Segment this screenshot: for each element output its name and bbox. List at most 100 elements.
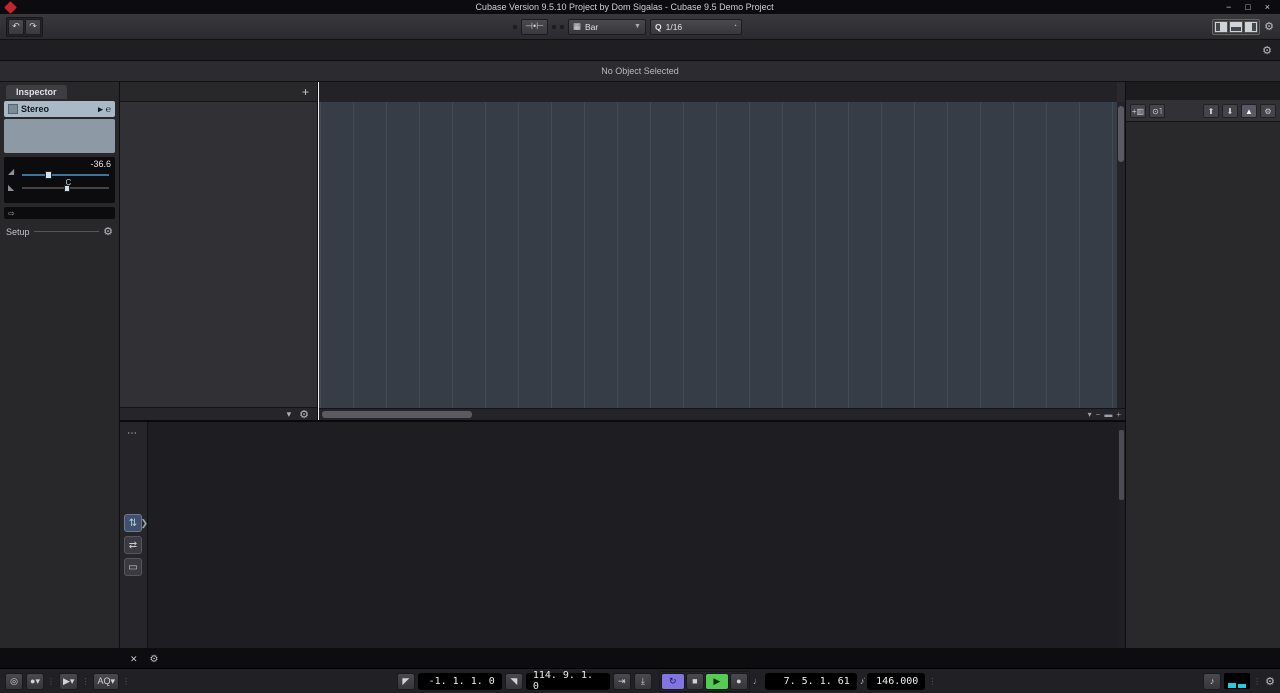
chevron-down-icon: ◔ <box>733 23 737 30</box>
play-button[interactable]: ▶ <box>705 673 729 690</box>
inspector-track-header[interactable]: Stereo ▸ ℮ <box>4 101 115 117</box>
vsti-panel: +▥ ⊙˥ ⬆ ⬇ ▲ ⚙ <box>1125 82 1280 648</box>
output-level-meter <box>1224 673 1250 689</box>
title-bar: Cubase Version 9.5.10 Project by Dom Sig… <box>0 0 1280 14</box>
zoom-preset-icon[interactable]: ▾ <box>1088 410 1092 419</box>
toolbar-setup-gear-icon[interactable]: ⚙ <box>1264 20 1274 33</box>
goto-right-locator-button[interactable]: ◥ <box>505 673 523 690</box>
timeline-ruler[interactable] <box>318 82 1117 102</box>
chevron-down-icon: ▼ <box>634 23 641 30</box>
undo-button[interactable]: ↶ <box>8 19 24 35</box>
tempo-display[interactable]: 146.000 <box>867 673 925 690</box>
punch-out-button[interactable]: ⤓ <box>634 673 652 690</box>
record-button[interactable]: ● <box>730 673 748 690</box>
inspector-setup-gear-icon[interactable]: ⚙ <box>103 225 113 238</box>
left-zone-toggle[interactable] <box>1214 21 1228 33</box>
volume-slider[interactable] <box>22 174 109 176</box>
inspector-panel: Inspector Stereo ▸ ℮ -36.6 ◢ ◣ C ⇨ Setup <box>0 82 120 648</box>
project-toolbar: ↶ ↷ ⊣•⊢ ▦Bar▼ Q1/16◔ ⚙ <box>0 14 1280 40</box>
inspector-tab[interactable]: Inspector <box>6 85 67 99</box>
transport-gear-icon[interactable]: ⚙ <box>1265 675 1275 688</box>
volume-slider-handle[interactable] <box>45 171 52 179</box>
lower-zone-toggle[interactable] <box>1229 21 1243 33</box>
zoom-slider[interactable]: ▬ <box>1104 410 1112 419</box>
mixer-scrollbar[interactable] <box>1118 422 1125 648</box>
output-routing-field[interactable]: ⇨ <box>4 207 115 219</box>
status-setup-gear-icon[interactable]: ⚙ <box>1262 44 1272 57</box>
inspector-fader-display: -36.6 ◢ ◣ C <box>4 157 115 203</box>
mixer-left-toolbar: ⋯ ⇅ ⇄ ▭ ❯ <box>120 422 148 648</box>
goto-left-locator-button[interactable]: ◤ <box>397 673 415 690</box>
track-color-swatch <box>8 104 18 114</box>
project-zone: + ▾ ⚙ ▾ − <box>120 82 1125 648</box>
snap-buttons <box>560 25 564 29</box>
inspector-setup-row: Setup ⚙ <box>6 225 113 238</box>
redo-button[interactable]: ↷ <box>25 19 41 35</box>
mixer-meters-view-icon[interactable]: ▭ <box>124 558 142 576</box>
record-mode-button[interactable]: ●▾ <box>26 673 44 690</box>
close-lower-zone-icon[interactable]: ✕ <box>122 651 146 668</box>
grid-icon: ▦ <box>573 21 581 32</box>
add-track-button[interactable]: + <box>302 85 309 99</box>
track-list-header: + <box>120 82 317 102</box>
collapse-all-icon[interactable]: ▲ <box>1241 104 1257 118</box>
volume-up-icon[interactable]: ◢ <box>8 167 14 176</box>
cubase-logo-icon <box>4 1 17 14</box>
find-instruments-icon[interactable]: ⊙˥ <box>1149 104 1165 118</box>
pan-slider-handle[interactable] <box>64 185 70 192</box>
pan-slider[interactable]: C <box>22 187 109 189</box>
expand-icon[interactable]: ▸ <box>98 104 103 115</box>
add-track-instrument-icon[interactable]: +▥ <box>1130 104 1146 118</box>
edit-channel-icon[interactable]: ℮ <box>106 104 111 114</box>
minimize-button[interactable]: − <box>1226 0 1231 14</box>
move-up-icon[interactable]: ⬆ <box>1203 104 1219 118</box>
info-line-text: No Object Selected <box>601 66 679 76</box>
inspector-automation-panel <box>4 119 115 153</box>
left-locator-display[interactable]: -1. 1. 1. 0 <box>418 673 502 690</box>
audio-quantize-button[interactable]: AQ▾ <box>93 673 119 690</box>
auto-punch-icon[interactable]: ⊣•⊢ <box>521 19 548 35</box>
ruler-options-button[interactable] <box>1117 82 1125 102</box>
mixer-expand-icon[interactable]: ❯ <box>140 518 148 529</box>
arrange-vertical-scrollbar[interactable] <box>1117 102 1125 408</box>
mix-console: ⋯ ⇅ ⇄ ▭ ❯ <box>120 420 1125 648</box>
tempo-icon[interactable]: ♪̇ <box>860 676 865 686</box>
zoom-out-icon[interactable]: − <box>1096 410 1101 419</box>
cycle-button[interactable]: ↻ <box>661 673 685 690</box>
info-line: No Object Selected <box>0 61 1280 82</box>
tool-buttons <box>552 25 556 29</box>
metronome-button[interactable]: ◎ <box>5 673 23 690</box>
quantize-select[interactable]: Q1/16◔ <box>650 19 742 35</box>
punch-in-button[interactable]: ⇥ <box>613 673 631 690</box>
zoom-controls: ▾ − ▬ + <box>1055 408 1125 420</box>
restore-button[interactable]: □ <box>1245 0 1250 14</box>
mixer-faders-view-icon[interactable]: ⇅ <box>124 514 142 532</box>
vsti-settings-gear-icon[interactable]: ⚙ <box>1260 104 1276 118</box>
zone-layout-buttons <box>1212 19 1260 35</box>
time-format-icon[interactable]: ♩ <box>753 676 762 686</box>
chevron-down-icon[interactable]: ▾ <box>287 409 292 420</box>
grid-type-select[interactable]: ▦Bar▼ <box>568 19 646 35</box>
output-activity-button[interactable]: ♪ <box>1203 673 1221 690</box>
transport-bar: ◎ ●▾ ⋮ ▶▾ ⋮ AQ▾ ⋮ ◤ -1. 1. 1. 0 ◥ 114. 9… <box>0 668 1280 693</box>
volume-down-icon[interactable]: ◣ <box>8 183 14 192</box>
play-mode-button[interactable]: ▶▾ <box>59 673 78 690</box>
mixer-menu-icon[interactable]: ⋯ <box>127 428 138 439</box>
lower-zone-gear-icon[interactable]: ⚙ <box>150 651 159 668</box>
playhead[interactable] <box>318 82 319 420</box>
vsti-toolbar: +▥ ⊙˥ ⬆ ⬇ ▲ ⚙ <box>1126 100 1280 122</box>
close-button[interactable]: × <box>1265 0 1270 14</box>
position-display[interactable]: 7. 5. 1. 61 <box>765 673 857 690</box>
track-list-gear-icon[interactable]: ⚙ <box>299 408 309 421</box>
mixer-routing-view-icon[interactable]: ⇄ <box>124 536 142 554</box>
stop-button[interactable]: ■ <box>686 673 704 690</box>
arrange-horizontal-scrollbar[interactable] <box>318 408 1055 420</box>
right-locator-display[interactable]: 114. 9. 1. 0 <box>526 673 610 690</box>
arrange-area[interactable]: ▾ − ▬ + <box>318 82 1125 420</box>
status-bar: ⚙ <box>0 40 1280 61</box>
track-list-footer: ▾ ⚙ <box>120 407 317 420</box>
right-zone-toggle[interactable] <box>1244 21 1258 33</box>
zoom-in-icon[interactable]: + <box>1116 410 1121 419</box>
move-down-icon[interactable]: ⬇ <box>1222 104 1238 118</box>
window-title: Cubase Version 9.5.10 Project by Dom Sig… <box>25 2 1224 12</box>
